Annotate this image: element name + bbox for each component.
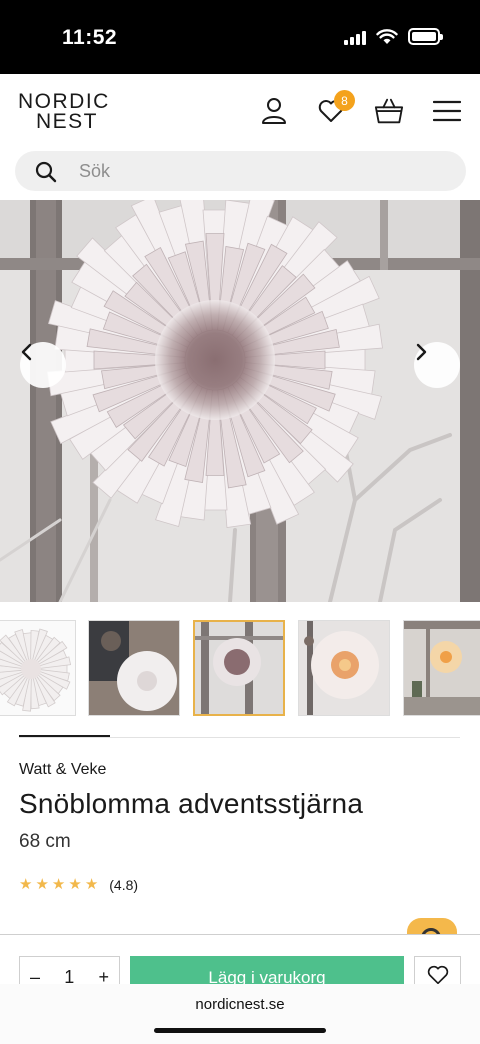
search-bar[interactable]: [15, 151, 466, 191]
chevron-left-icon: [21, 343, 32, 361]
battery-icon: [408, 28, 443, 45]
paper-star-photo: [0, 200, 480, 602]
add-to-cart-label: Lägg i varukorg: [208, 968, 326, 984]
cart-button[interactable]: [374, 96, 404, 126]
wishlist-count-badge: 8: [334, 90, 355, 111]
product-title: Snöblomma adventsstjärna: [19, 788, 364, 819]
basket-icon: [374, 98, 404, 124]
url-text[interactable]: nordicnest.se: [0, 996, 480, 1013]
purchase-bar: – 1 + Lägg i varukorg: [0, 934, 480, 984]
add-to-cart-button[interactable]: Lägg i varukorg: [130, 956, 404, 984]
nordic-nest-logo[interactable]: NORDIC NEST: [18, 91, 110, 133]
star-icon: ★: [35, 876, 49, 893]
product-brand[interactable]: Watt & Veke: [19, 761, 106, 779]
rating-value: (4.8): [109, 877, 139, 893]
thumbnail-3[interactable]: [193, 620, 285, 716]
quantity-value: 1: [64, 966, 75, 985]
account-button[interactable]: [259, 96, 289, 126]
tab-divider: [19, 737, 460, 738]
next-image-button[interactable]: [414, 342, 460, 388]
search-icon: [35, 161, 57, 183]
image-thumbnails: [0, 620, 480, 718]
increase-quantity-button[interactable]: +: [98, 967, 109, 985]
home-indicator: [154, 1028, 326, 1033]
hamburger-icon: [433, 100, 461, 122]
star-icon: ★: [84, 876, 99, 893]
active-tab-indicator: [19, 735, 110, 737]
star-icon: ★: [19, 876, 33, 893]
star-icon: ★: [51, 876, 66, 893]
browser-url-bar[interactable]: nordicnest.se: [0, 984, 480, 1044]
site-header: NORDIC NEST: [0, 74, 480, 146]
thumbnail-1[interactable]: [0, 620, 76, 716]
decrease-quantity-button[interactable]: –: [30, 967, 40, 985]
chevron-right-icon: [416, 343, 427, 361]
thumbnail-5[interactable]: [403, 620, 480, 716]
status-bar: 11:52: [0, 0, 480, 74]
quantity-stepper[interactable]: – 1 +: [19, 956, 120, 984]
status-time: 11:52: [62, 26, 118, 49]
heart-icon: [427, 965, 448, 984]
add-to-wishlist-button[interactable]: [414, 956, 461, 984]
logo-line-2: NEST: [36, 110, 99, 133]
product-main-image[interactable]: [0, 200, 480, 602]
thumbnail-2[interactable]: [88, 620, 180, 716]
user-icon: [262, 98, 286, 124]
status-icons: [344, 28, 443, 45]
search-input[interactable]: [79, 159, 439, 183]
star-icon: ★: [68, 876, 82, 893]
product-size: 68 cm: [19, 831, 71, 852]
previous-image-button[interactable]: [20, 342, 66, 388]
thumbnail-4[interactable]: [298, 620, 390, 716]
product-rating[interactable]: ★ ★ ★ ★ ★ (4.8): [19, 876, 138, 894]
signal-icon: [344, 29, 366, 45]
wifi-icon: [376, 28, 398, 44]
menu-button[interactable]: [432, 96, 462, 126]
